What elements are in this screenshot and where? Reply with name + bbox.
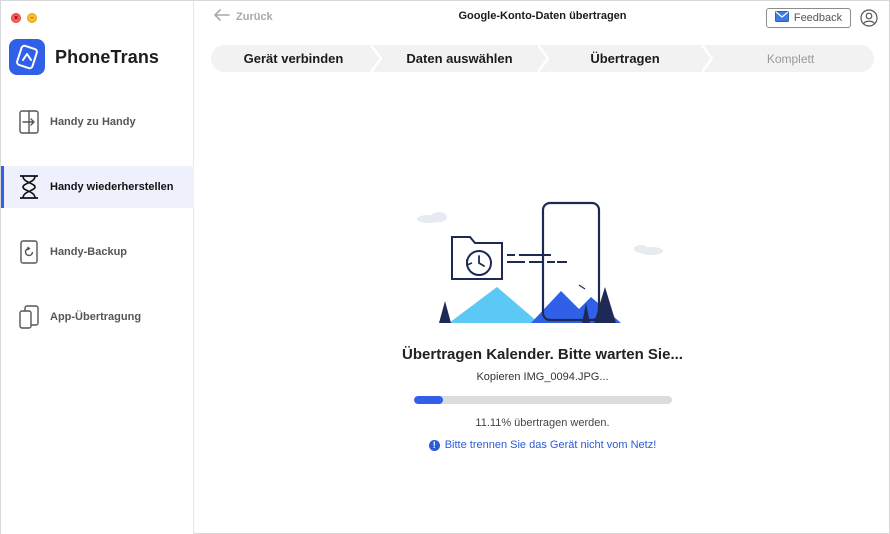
- sidebar-item-handy-backup[interactable]: Handy-Backup: [1, 231, 194, 273]
- sidebar-nav: Handy zu Handy Handy wiederherstellen Ha…: [1, 91, 194, 338]
- window-minimize-button[interactable]: –: [27, 13, 37, 23]
- progress-bar: [414, 396, 672, 404]
- main-panel: Zurück Google-Konto-Daten übertragen Fee…: [194, 1, 890, 534]
- current-file: Kopieren IMG_0094.JPG...: [476, 371, 609, 383]
- step-daten-auswaehlen: Daten auswählen: [406, 51, 513, 66]
- folder-clock-icon: [451, 236, 503, 280]
- mountain-light-icon: [449, 287, 539, 323]
- brand: PhoneTrans: [9, 39, 159, 75]
- progress-fill: [414, 396, 443, 404]
- sidebar-item-handy-wiederherstellen[interactable]: Handy wiederherstellen: [1, 166, 194, 208]
- sidebar-item-handy-zu-handy[interactable]: Handy zu Handy: [1, 101, 194, 143]
- hourglass-icon: [17, 174, 41, 200]
- feedback-button[interactable]: Feedback: [766, 8, 851, 28]
- sidebar: × – PhoneTrans Handy zu Handy Handy wied…: [1, 1, 194, 534]
- step-uebertragen: Übertragen: [590, 51, 660, 66]
- step-komplett: Komplett: [766, 51, 815, 66]
- mail-icon: [774, 11, 789, 25]
- sidebar-item-label: Handy wiederherstellen: [50, 181, 174, 193]
- sidebar-item-label: App-Übertragung: [50, 311, 142, 323]
- window-close-button[interactable]: ×: [11, 13, 21, 23]
- step-indicator: Gerät verbinden Daten auswählen Übertrag…: [211, 45, 874, 72]
- feedback-label: Feedback: [793, 12, 843, 24]
- disconnect-warning: ! Bitte trennen Sie das Gerät nicht vom …: [194, 439, 890, 451]
- toolbar: Zurück Google-Konto-Daten übertragen Fee…: [194, 1, 890, 35]
- info-icon: !: [428, 439, 440, 451]
- step-geraet-verbinden: Gerät verbinden: [243, 51, 344, 66]
- account-avatar-icon[interactable]: [860, 9, 878, 27]
- restore-illustration: [409, 199, 679, 325]
- sidebar-item-label: Handy zu Handy: [50, 116, 136, 128]
- backup-phone-icon: [17, 239, 41, 265]
- phonetrans-logo-icon: [9, 39, 45, 75]
- phone-to-phone-icon: [17, 109, 41, 135]
- progress-text: 11.11% übertragen werden.: [475, 417, 610, 429]
- app-window: × – PhoneTrans Handy zu Handy Handy wied…: [0, 0, 890, 534]
- warning-text: Bitte trennen Sie das Gerät nicht vom Ne…: [444, 439, 657, 451]
- app-name: PhoneTrans: [55, 46, 160, 67]
- app-transfer-icon: [17, 304, 41, 330]
- sidebar-item-app-uebertragung[interactable]: App-Übertragung: [1, 296, 194, 338]
- transfer-status: Übertragen Kalender. Bitte warten Sie...: [402, 346, 683, 363]
- sidebar-item-label: Handy-Backup: [50, 246, 128, 258]
- window-controls: × –: [11, 13, 37, 23]
